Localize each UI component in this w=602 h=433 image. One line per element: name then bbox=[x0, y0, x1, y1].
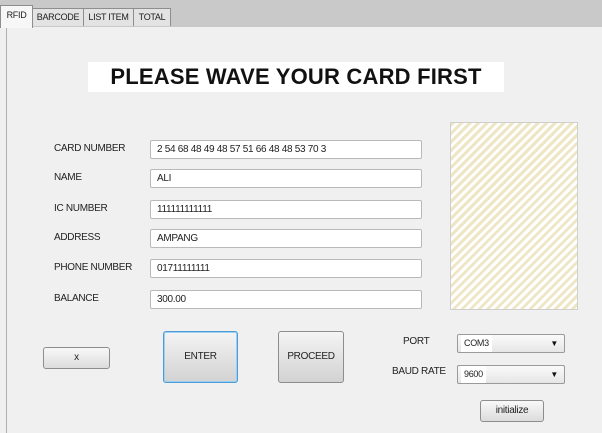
name-field[interactable]: ALI bbox=[150, 169, 422, 188]
initialize-button[interactable]: initialize bbox=[480, 400, 544, 422]
app-window: RFID BARCODE LIST ITEM TOTAL PLEASE WAVE… bbox=[0, 0, 602, 433]
balance-label: BALANCE bbox=[54, 293, 99, 304]
tab-total[interactable]: TOTAL bbox=[133, 8, 171, 26]
tab-strip: RFID BARCODE LIST ITEM TOTAL bbox=[0, 0, 602, 28]
tab-list-item[interactable]: LIST ITEM bbox=[83, 8, 134, 26]
small-button[interactable]: x bbox=[43, 347, 110, 369]
enter-button[interactable]: ENTER bbox=[163, 331, 238, 383]
phone-number-field[interactable]: 01711111111 bbox=[150, 259, 422, 278]
ic-number-label: IC NUMBER bbox=[54, 203, 108, 214]
address-field[interactable]: AMPANG bbox=[150, 229, 422, 248]
card-prompt-banner: PLEASE WAVE YOUR CARD FIRST bbox=[88, 62, 504, 92]
tab-barcode[interactable]: BARCODE bbox=[32, 8, 84, 26]
port-label: PORT bbox=[403, 336, 430, 347]
baud-rate-label: BAUD RATE bbox=[392, 366, 446, 377]
proceed-button[interactable]: PROCEED bbox=[278, 331, 344, 383]
name-label: NAME bbox=[54, 172, 82, 183]
tab-rfid[interactable]: RFID bbox=[0, 5, 33, 28]
chevron-down-icon: ▼ bbox=[550, 339, 558, 348]
card-number-field[interactable]: 2 54 68 48 49 48 57 51 66 48 48 53 70 3 bbox=[150, 140, 422, 159]
address-label: ADDRESS bbox=[54, 232, 101, 243]
photo-placeholder bbox=[450, 122, 578, 310]
phone-number-label: PHONE NUMBER bbox=[54, 262, 133, 273]
balance-field[interactable]: 300.00 bbox=[150, 290, 422, 309]
baud-rate-select[interactable]: 9600 ▼ bbox=[457, 365, 565, 384]
baud-rate-select-value: 9600 bbox=[461, 366, 486, 383]
port-select-value: COM3 bbox=[461, 335, 492, 352]
chevron-down-icon: ▼ bbox=[550, 370, 558, 379]
card-number-label: CARD NUMBER bbox=[54, 143, 126, 154]
ic-number-field[interactable]: 111111111111 bbox=[150, 200, 422, 219]
port-select[interactable]: COM3 ▼ bbox=[457, 334, 565, 353]
